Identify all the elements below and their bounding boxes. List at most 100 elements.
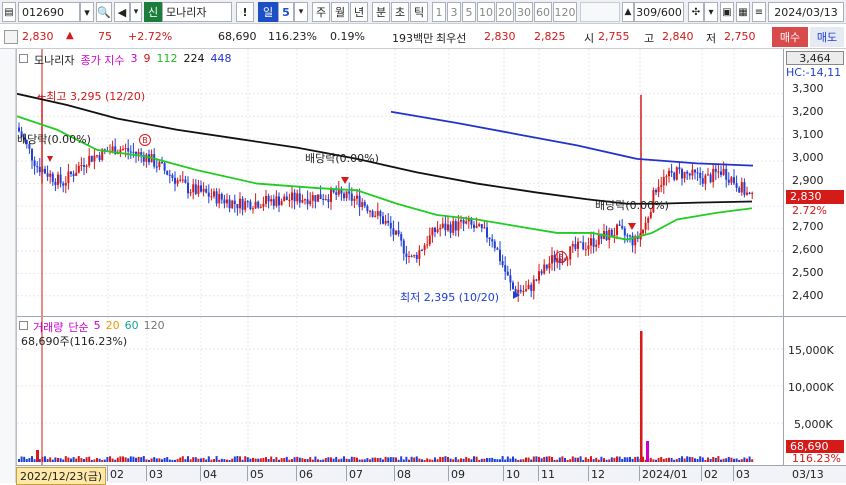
candle-body [657,186,660,193]
candle-body [748,192,751,194]
period-tab[interactable]: 틱 [410,2,428,22]
candle-body [202,188,205,192]
period-number[interactable]: 5 [278,2,294,22]
volume-bar [142,456,145,462]
volume-bar [293,457,296,462]
sell-button[interactable]: 매도 [810,27,844,47]
candle-body [252,208,254,210]
volume-bar [67,457,70,462]
candle-body [200,185,202,192]
period-tab[interactable]: 초 [391,2,409,22]
interval-tab[interactable]: 1 [432,2,446,22]
period-tab[interactable]: 주 [312,2,330,22]
alert-button[interactable]: ! [236,2,254,22]
volume-bar [168,459,171,462]
period-daily-tab[interactable]: 일 [258,2,278,22]
candle-body [85,165,88,167]
candle-body [33,160,36,167]
volume-bar [132,456,135,462]
volume-bar [215,456,218,462]
volume-ratio: 116.23% [268,30,317,43]
date-input[interactable]: 2024/03/13 [768,2,844,22]
tool-icon[interactable]: ✣ [688,2,704,22]
interval-tab[interactable]: 120 [553,2,577,22]
candle-body [509,275,512,283]
search-icon[interactable]: 🔍 [96,2,112,22]
volume-tick: 10,000K [788,381,834,394]
print-icon[interactable]: ▣ [720,2,734,22]
interval-tab[interactable]: 20 [496,2,514,22]
volume-bar [431,459,434,462]
candle-body [374,215,377,217]
volume-bar [314,456,317,462]
candle-body [262,203,265,207]
volume-bar [202,457,205,462]
period-tab[interactable]: 분 [372,2,390,22]
candle-body [254,201,257,209]
candle-body [683,171,686,179]
volume-bar [285,456,288,462]
candle-body [387,220,390,223]
interval-tab[interactable]: 30 [515,2,533,22]
volume-bar [532,456,535,462]
volume-bar [96,458,98,462]
checkbox[interactable] [4,30,18,44]
candle-body [595,244,598,247]
buy-button[interactable]: 매수 [772,27,808,47]
price-tick: 2,500 [792,266,824,279]
legend-checkbox[interactable] [19,321,28,330]
volume-bar [660,456,663,462]
candle-body [358,195,361,208]
volume-bar [70,458,72,462]
buy-signal-marker: B [555,251,567,263]
volume-bar [558,457,561,462]
dropdown-icon[interactable]: ▾ [80,2,94,22]
chart-area[interactable]: 모나리자 종가 지수 3 9 112 224 448 ←최고 3,295 (12… [16,49,784,465]
volume-bar [161,459,163,462]
menu-icon[interactable]: ≡ [752,2,766,22]
interval-tab[interactable]: 60 [534,2,552,22]
interval-tab[interactable]: 3 [447,2,461,22]
volume-bar [150,458,153,462]
candle-body [470,219,473,225]
volume-bar [530,459,533,462]
candle-body [174,177,176,184]
save-icon[interactable]: ▦ [736,2,750,22]
dropdown-icon[interactable]: ▾ [130,2,142,22]
speaker-icon[interactable]: ◀ [114,2,130,22]
candle-body [207,192,210,197]
candle-body [62,183,65,186]
spin-icon[interactable]: ▲ [622,2,634,22]
volume-bar [283,458,286,462]
volume-bar [59,458,62,462]
volume-bar [153,457,156,462]
count-field[interactable]: 309/600 [634,2,684,22]
candle-body [699,172,702,179]
month-label: 07 [349,468,363,481]
price-change: 75 [98,30,112,43]
month-tick [538,465,539,481]
dropdown-icon[interactable]: ▾ [704,2,718,22]
volume-bar [278,459,280,462]
period-tab[interactable]: 년 [350,2,368,22]
candle-body [738,187,741,193]
dropdown-icon[interactable]: ▾ [294,2,308,22]
period-tab[interactable]: 월 [331,2,349,22]
menu-icon[interactable]: ▤ [2,2,16,22]
current-volume-pct: 116.23% [792,452,841,465]
stock-code-input[interactable]: 012690 [18,2,80,22]
market-badge: 신 [144,2,162,22]
interval-tab[interactable]: 5 [462,2,476,22]
volume-bar [371,457,374,462]
candle-body [166,170,169,175]
volume-bar [192,457,195,462]
candle-body [226,199,228,204]
volume-bar [25,459,28,462]
legend-checkbox[interactable] [19,54,28,63]
volume-bar [345,458,348,462]
candle-body [181,179,184,181]
interval-tab[interactable]: 10 [477,2,495,22]
dividend-marker [47,156,53,162]
best-ask-label: 최우선 [436,32,467,45]
volume-bar [457,459,460,462]
